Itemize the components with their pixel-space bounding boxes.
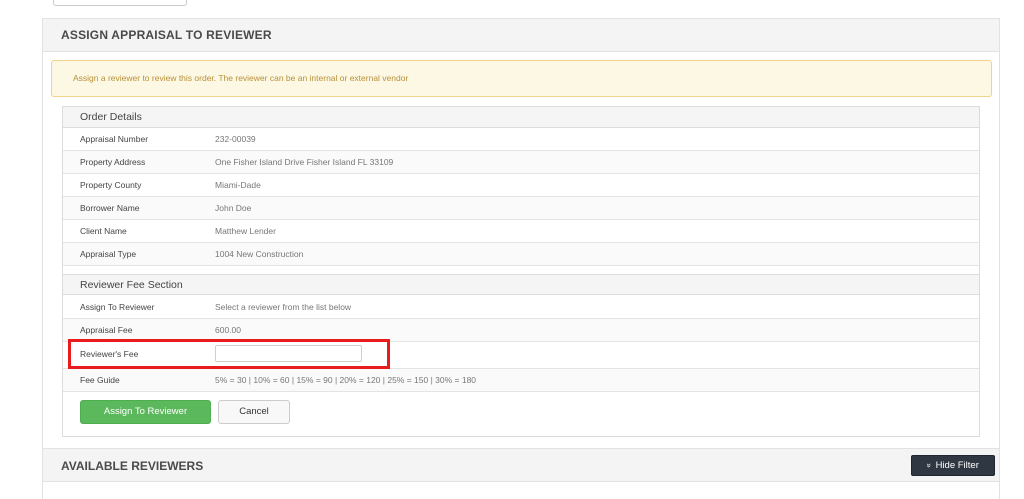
assign-reviewer-hint: Select a reviewer from the list below — [215, 302, 352, 312]
detail-label: Borrower Name — [80, 203, 140, 213]
detail-row-borrower-name: Borrower Name John Doe — [63, 197, 979, 220]
detail-label: Client Name — [80, 226, 127, 236]
detail-label: Property Address — [80, 157, 146, 167]
available-reviewers-title: AVAILABLE REVIEWERS — [42, 448, 1000, 482]
double-chevron-down-icon: » — [924, 463, 934, 468]
appraisal-fee-value: 600.00 — [215, 325, 241, 335]
order-details-heading: Order Details — [63, 107, 979, 128]
reviewers-fee-label: Reviewer's Fee — [80, 349, 139, 359]
fee-guide-value: 5% = 30 | 10% = 60 | 15% = 90 | 20% = 12… — [215, 375, 477, 385]
detail-label: Appraisal Type — [80, 249, 137, 259]
hide-filter-button[interactable]: » Hide Filter — [911, 455, 995, 476]
fee-guide-label: Fee Guide — [80, 375, 120, 385]
detail-row-appraisal-number: Appraisal Number 232-00039 — [63, 128, 979, 151]
detail-row-client-name: Client Name Matthew Lender — [63, 220, 979, 243]
assign-reviewer-label: Assign To Reviewer — [80, 302, 155, 312]
top-toolbar-button[interactable] — [53, 0, 187, 6]
detail-value: 232-00039 — [215, 134, 256, 144]
available-reviewers-panel — [42, 482, 1000, 499]
assign-to-reviewer-button[interactable]: Assign To Reviewer — [80, 400, 211, 424]
detail-row-property-address: Property Address One Fisher Island Drive… — [63, 151, 979, 174]
row-fee-guide: Fee Guide 5% = 30 | 10% = 60 | 15% = 90 … — [63, 369, 979, 392]
detail-value: Matthew Lender — [215, 226, 276, 236]
row-appraisal-fee: Appraisal Fee 600.00 — [63, 319, 979, 342]
detail-label: Appraisal Number — [80, 134, 149, 144]
order-form: Order Details Appraisal Number 232-00039… — [62, 106, 980, 437]
detail-value: One Fisher Island Drive Fisher Island FL… — [215, 157, 394, 167]
row-reviewers-fee: Reviewer's Fee — [63, 342, 979, 369]
detail-row-property-county: Property County Miami-Dade — [63, 174, 979, 197]
detail-value: Miami-Dade — [215, 180, 261, 190]
detail-label: Property County — [80, 180, 142, 190]
cancel-button[interactable]: Cancel — [218, 400, 290, 424]
detail-value: John Doe — [215, 203, 252, 213]
detail-row-appraisal-type: Appraisal Type 1004 New Construction — [63, 243, 979, 266]
page-title: ASSIGN APPRAISAL TO REVIEWER — [43, 19, 999, 52]
row-assign-to-reviewer: Assign To Reviewer Select a reviewer fro… — [63, 296, 979, 319]
hide-filter-label: Hide Filter — [935, 460, 979, 471]
reviewers-fee-input[interactable] — [215, 345, 362, 362]
appraisal-fee-label: Appraisal Fee — [80, 325, 133, 335]
reviewer-fee-heading: Reviewer Fee Section — [63, 274, 979, 295]
info-alert: Assign a reviewer to review this order. … — [51, 60, 992, 97]
detail-value: 1004 New Construction — [215, 249, 304, 259]
